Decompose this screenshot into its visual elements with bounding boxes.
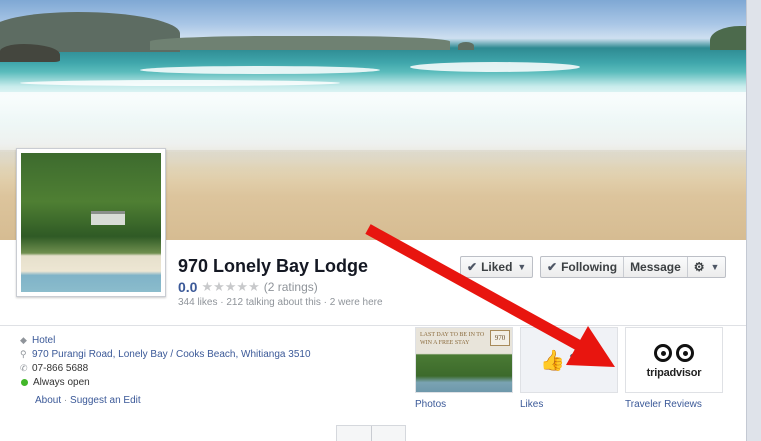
status-dot-icon — [21, 378, 28, 386]
link-separator: · — [63, 395, 68, 406]
tripadvisor-logo: tripadvisor — [626, 328, 722, 392]
cover-wave — [20, 80, 340, 86]
address-link[interactable]: 970 Purangi Road, Lonely Bay / Cooks Bea… — [32, 349, 311, 360]
about-section: ◆ Hotel ⚲ 970 Purangi Road, Lonely Bay /… — [20, 333, 311, 389]
map-pin-icon: ⚲ — [20, 348, 27, 359]
hours-status: Always open — [33, 376, 90, 388]
page-scrollbar[interactable] — [746, 0, 761, 441]
rating-row: 0.0 ★★★★★ (2 ratings) — [178, 279, 318, 295]
cover-islet — [458, 42, 474, 50]
profile-photo — [21, 153, 161, 292]
likes-label[interactable]: Likes — [520, 399, 543, 410]
photos-thumb-badge: 970 — [490, 330, 510, 346]
bottom-tab-stub — [336, 425, 406, 441]
likes-count: 344 — [569, 350, 598, 369]
cover-wave — [410, 62, 580, 72]
check-icon: ✔ — [547, 260, 558, 274]
rating-value: 0.0 — [178, 279, 198, 295]
photos-label[interactable]: Photos — [415, 399, 446, 410]
section-divider — [0, 325, 746, 326]
photos-thumb-text: LAST DAY TO BE IN TO WIN A FREE STAY — [420, 332, 485, 346]
photos-app-tile[interactable]: LAST DAY TO BE IN TO WIN A FREE STAY 970 — [415, 327, 513, 393]
reviews-label[interactable]: Traveler Reviews — [625, 399, 702, 410]
message-button[interactable]: Message — [624, 257, 688, 277]
about-link[interactable]: About — [35, 395, 61, 406]
check-icon: ✔ — [467, 260, 478, 274]
phone-number: 07-866 5688 — [32, 362, 89, 374]
tag-icon: ◆ — [20, 334, 27, 345]
chevron-down-icon: ▼ — [710, 262, 720, 272]
thumbs-up-icon: 👍 — [540, 349, 566, 372]
gear-icon: ⚙ — [693, 260, 705, 274]
likes-app-tile[interactable]: 👍 344 — [520, 327, 618, 393]
lodge-building — [91, 211, 125, 225]
page-actions-group: ✔ Following Message ⚙ ▼ — [540, 256, 727, 278]
suggest-edit-link[interactable]: Suggest an Edit — [70, 395, 141, 406]
reviews-app-tile[interactable]: tripadvisor — [625, 327, 723, 393]
rating-stars-icon[interactable]: ★★★★★ — [201, 279, 259, 295]
page-stats: 344 likes · 212 talking about this · 2 w… — [178, 297, 383, 308]
about-links: About · Suggest an Edit — [35, 395, 141, 406]
liked-label: Liked — [481, 260, 513, 274]
cover-hill — [710, 26, 746, 50]
cover-hill — [150, 36, 450, 50]
tripadvisor-owl-icon — [654, 342, 694, 364]
category-link[interactable]: Hotel — [32, 335, 55, 346]
category-row: ◆ Hotel — [20, 333, 311, 347]
facebook-page: 970 Lonely Bay Lodge 0.0 ★★★★★ (2 rating… — [0, 0, 746, 441]
chevron-down-icon: ▼ — [517, 262, 527, 272]
likes-tile-content: 👍 344 — [521, 328, 617, 392]
phone-icon: ✆ — [20, 362, 28, 373]
page-title[interactable]: 970 Lonely Bay Lodge — [178, 256, 368, 277]
liked-button[interactable]: ✔ Liked ▼ — [460, 256, 534, 278]
cover-rock — [0, 44, 60, 62]
settings-button[interactable]: ⚙ ▼ — [688, 257, 726, 277]
rating-count[interactable]: (2 ratings) — [264, 280, 318, 294]
phone-row: ✆ 07-866 5688 — [20, 361, 311, 375]
following-button[interactable]: ✔ Following — [541, 257, 625, 277]
hours-row: Always open — [20, 375, 311, 389]
tripadvisor-wordmark: tripadvisor — [646, 366, 702, 379]
photos-thumbnail: LAST DAY TO BE IN TO WIN A FREE STAY 970 — [416, 328, 512, 392]
cover-wave — [140, 66, 380, 74]
address-row: ⚲ 970 Purangi Road, Lonely Bay / Cooks B… — [20, 347, 311, 361]
cover-foam — [0, 92, 746, 152]
following-label: Following — [561, 260, 618, 274]
profile-picture[interactable] — [16, 148, 166, 297]
